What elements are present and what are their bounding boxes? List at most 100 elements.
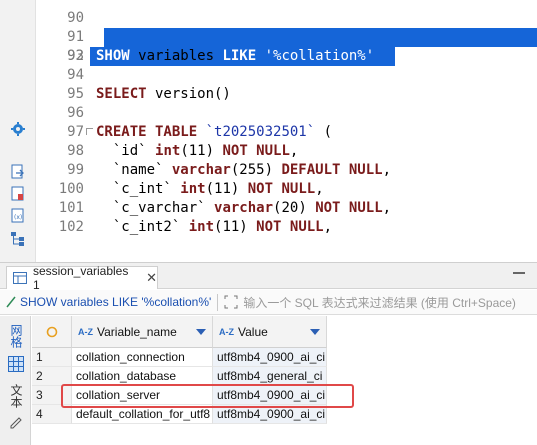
tab-grid-view[interactable]: 网格 [8, 324, 24, 351]
code-line[interactable]: `id` int(11) NOT NULL, [96, 142, 537, 161]
column-header-variable-name[interactable]: A-Z Variable_name [72, 316, 213, 348]
tab-label: session_variables 1 [32, 264, 129, 292]
line-number: 99 [67, 162, 84, 178]
sql-text: (255) [230, 162, 282, 178]
tab-session-variables[interactable]: session_variables 1 ✕ [6, 264, 158, 292]
sql-keyword: NOT NULL [315, 200, 383, 216]
text-type-icon: A-Z [78, 326, 93, 337]
sql-editor[interactable]: SHOW variables LIKE '%collation%' SELECT … [90, 0, 537, 262]
sql-keyword: int [188, 219, 215, 235]
filter-bar: SHOW variables LIKE '%collation%' 输入一个 S… [0, 290, 537, 315]
sql-keyword: SELECT [96, 86, 147, 102]
sql-keyword: int [180, 181, 206, 197]
line-number: 93 [67, 48, 84, 64]
query-doc-icon[interactable]: (x) [9, 207, 27, 225]
document-icon[interactable] [9, 185, 27, 203]
text-view-label: 文本 [9, 384, 23, 408]
line-number: 102 [58, 219, 84, 235]
result-tab-bar: session_variables 1 ✕ [0, 263, 537, 292]
line-number: 95 [67, 86, 84, 102]
sql-keyword: LIKE [222, 48, 257, 64]
circle-icon [46, 326, 57, 337]
view-mode-tabs: 网格 文本 [0, 316, 31, 445]
edit-icon[interactable] [10, 416, 22, 429]
line-number: 101 [58, 200, 84, 216]
line-number: 90 [67, 10, 84, 26]
sql-text: `id` [96, 143, 156, 159]
export-icon[interactable] [9, 163, 27, 181]
sql-text: `c_int2` [96, 219, 189, 235]
sql-text: , [382, 200, 392, 216]
divider [217, 293, 219, 311]
sql-text: ( [315, 124, 333, 140]
line-number: 94 [67, 67, 84, 83]
line-number-gutter: 90 91 92 93 94 95 96 97 98 99 100 101 10… [36, 0, 93, 262]
grid-view-label: 网格 [9, 324, 23, 348]
row-number-cell[interactable]: 1 [32, 348, 72, 367]
sql-text: version() [146, 86, 231, 102]
sql-text: (20) [273, 200, 316, 216]
variable-name-cell[interactable]: collation_connection [72, 348, 213, 367]
result-grid: A-Z Variable_name A-Z Value 1 collation_c… [32, 316, 537, 445]
sql-keyword: CREATE TABLE [96, 124, 198, 140]
tab-text-view[interactable]: 文本 [8, 384, 24, 411]
column-header-label: Variable_name [97, 324, 177, 339]
sql-keyword: int [155, 143, 181, 159]
code-line[interactable]: `name` varchar(255) DEFAULT NULL, [96, 161, 537, 180]
sql-text: , [289, 143, 299, 159]
sql-string: `t2025032501` [197, 124, 316, 140]
table-row[interactable]: 1 collation_connection utf8mb4_0900_ai_ci [32, 348, 537, 367]
sql-string: '%collation%' [256, 48, 375, 64]
sql-keyword: DEFAULT NULL [281, 162, 383, 178]
sql-text: , [382, 162, 392, 178]
minimize-panel-icon[interactable] [513, 272, 525, 274]
sort-arrow-icon[interactable] [310, 329, 320, 335]
result-query-text[interactable]: SHOW variables LIKE '%collation%' [16, 295, 211, 309]
result-panel: session_variables 1 ✕ SHOW variables LIK… [0, 262, 537, 445]
table-icon [13, 272, 27, 284]
expand-filter-icon[interactable] [223, 295, 239, 309]
column-header-label: Value [238, 324, 268, 339]
code-line[interactable]: `c_int` int(11) NOT NULL, [96, 180, 537, 199]
sql-text: `c_int` [96, 181, 181, 197]
code-line[interactable]: CREATE TABLE `t2025032501` ( [96, 123, 537, 142]
selection-highlight [104, 28, 537, 47]
sql-keyword: NOT NULL [256, 219, 324, 235]
line-number: 100 [58, 181, 84, 197]
sql-text: `c_varchar` [96, 200, 215, 216]
code-line[interactable]: SELECT version() [96, 85, 537, 104]
sql-query-icon [6, 296, 16, 308]
sql-keyword: varchar [214, 200, 274, 216]
sql-text: (11) [214, 219, 257, 235]
code-line[interactable]: SHOW variables LIKE '%collation%' [96, 47, 537, 66]
value-cell[interactable]: utf8mb4_0900_ai_ci [213, 348, 327, 367]
sql-text: , [315, 181, 324, 197]
sql-text: `name` [96, 162, 172, 178]
line-number: 97 [67, 124, 84, 140]
editor-left-toolbar: (x) [0, 0, 36, 262]
sql-text: , [323, 219, 333, 235]
sql-keyword: NOT NULL [222, 143, 290, 159]
sql-text: (11) [180, 143, 223, 159]
sql-keyword: SHOW [96, 48, 130, 64]
sql-keyword: varchar [171, 162, 231, 178]
close-icon[interactable]: ✕ [146, 270, 157, 286]
line-number: 98 [67, 143, 84, 159]
sql-text: variables [129, 48, 223, 64]
code-line[interactable]: `c_varchar` varchar(20) NOT NULL, [96, 199, 537, 218]
svg-text:(x): (x) [14, 214, 22, 221]
text-type-icon: A-Z [219, 326, 234, 337]
line-number: 91 [67, 29, 84, 45]
sort-arrow-icon[interactable] [196, 329, 206, 335]
structure-icon[interactable] [9, 230, 27, 248]
row-number-header[interactable] [32, 316, 72, 348]
grid-icon[interactable] [8, 356, 24, 372]
filter-input[interactable]: 输入一个 SQL 表达式来过滤结果 (使用 Ctrl+Space) [243, 294, 537, 311]
column-header-value[interactable]: A-Z Value [213, 316, 327, 348]
sql-keyword: NOT NULL [247, 181, 316, 197]
line-number: 96 [67, 105, 84, 121]
sql-text: (11) [205, 181, 248, 197]
gear-icon[interactable] [9, 120, 27, 138]
code-line[interactable]: `c_int2` int(11) NOT NULL, [96, 218, 537, 237]
row-highlight-annotation [61, 384, 354, 408]
